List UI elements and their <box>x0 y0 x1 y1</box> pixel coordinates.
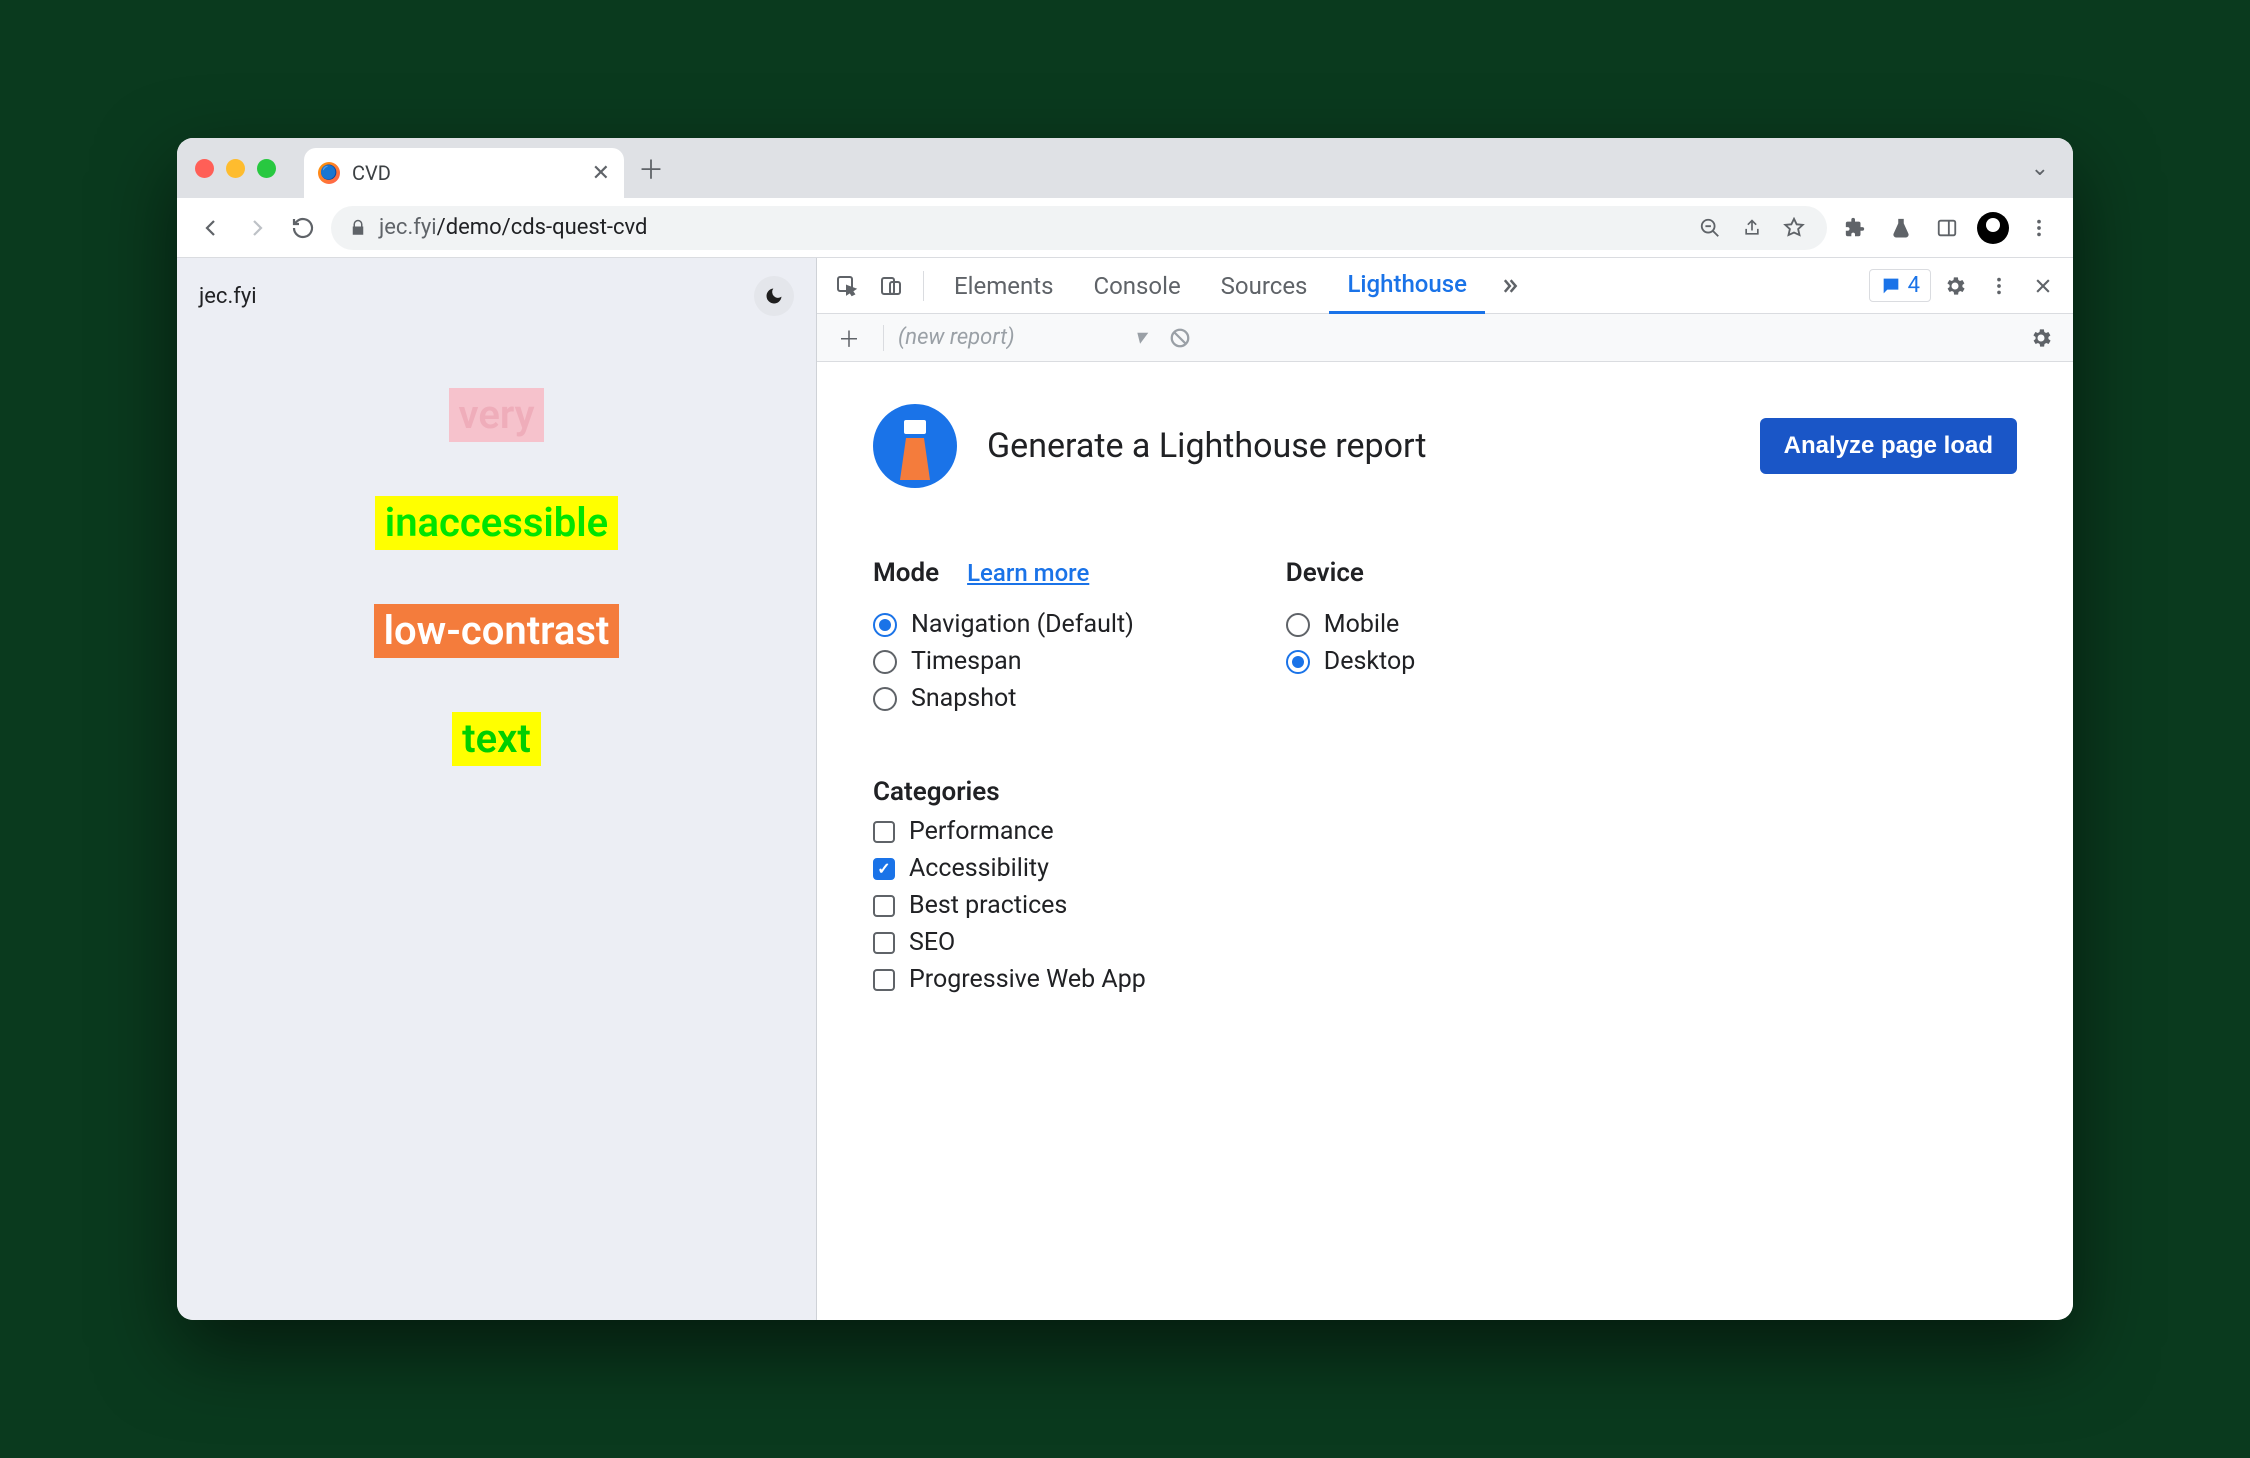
maximize-window-button[interactable] <box>257 159 276 178</box>
category-option[interactable]: Progressive Web App <box>873 961 1146 998</box>
issues-badge[interactable]: 4 <box>1869 269 1931 302</box>
more-tabs-icon[interactable] <box>1489 266 1529 306</box>
page-preview: jec.fyi very inaccessible low-contrast t… <box>177 258 817 1320</box>
close-window-button[interactable] <box>195 159 214 178</box>
category-option[interactable]: Best practices <box>873 887 1146 924</box>
checkbox-icon <box>873 969 895 991</box>
issues-count: 4 <box>1908 273 1920 298</box>
browser-menu-icon[interactable] <box>2021 210 2057 246</box>
analyze-page-load-button[interactable]: Analyze page load <box>1760 418 2017 474</box>
device-heading: Device <box>1286 558 1364 588</box>
new-tab-button[interactable]: ＋ <box>634 151 668 185</box>
dropdown-caret-icon: ▾ <box>1135 325 1146 350</box>
zoom-icon[interactable] <box>1695 213 1725 243</box>
profile-avatar[interactable] <box>1975 210 2011 246</box>
checkbox-icon <box>873 895 895 917</box>
issues-icon <box>1880 275 1902 297</box>
forward-button[interactable] <box>239 210 275 246</box>
browser-toolbar: jec.fyi/demo/cds-quest-cvd <box>177 198 2073 258</box>
radio-icon <box>873 613 897 637</box>
devtools-close-icon[interactable] <box>2023 266 2063 306</box>
radio-icon <box>873 687 897 711</box>
device-option[interactable]: Desktop <box>1286 643 1415 680</box>
device-toolbar-icon[interactable] <box>871 266 911 306</box>
tab-console[interactable]: Console <box>1075 258 1198 314</box>
demo-word-1: very <box>449 388 545 442</box>
tab-list-button[interactable]: ⌄ <box>2025 150 2055 187</box>
category-option[interactable]: Performance <box>873 813 1146 850</box>
devtools-tabbar: Elements Console Sources Lighthouse 4 <box>817 258 2073 314</box>
demo-word-4: text <box>452 712 541 766</box>
new-report-plus-icon[interactable]: ＋ <box>829 318 869 358</box>
category-label: Best practices <box>909 891 1067 920</box>
tab-elements[interactable]: Elements <box>936 258 1071 314</box>
tab-lighthouse[interactable]: Lighthouse <box>1329 258 1485 314</box>
category-label: Accessibility <box>909 854 1049 883</box>
side-panel-icon[interactable] <box>1929 210 1965 246</box>
bookmark-star-icon[interactable] <box>1779 213 1809 243</box>
tab-sources[interactable]: Sources <box>1203 258 1326 314</box>
clear-icon[interactable] <box>1160 318 1200 358</box>
devtools-settings-icon[interactable] <box>1935 266 1975 306</box>
category-option[interactable]: SEO <box>873 924 1146 961</box>
address-bar[interactable]: jec.fyi/demo/cds-quest-cvd <box>331 206 1827 250</box>
browser-tab[interactable]: 🔵 CVD ✕ <box>304 148 624 198</box>
category-label: Performance <box>909 817 1054 846</box>
lighthouse-logo-icon <box>873 404 957 488</box>
mode-option[interactable]: Timespan <box>873 643 1146 680</box>
browser-window: 🔵 CVD ✕ ＋ ⌄ jec.fyi/demo/cds-quest-cvd <box>177 138 2073 1320</box>
mode-label: Navigation (Default) <box>911 610 1134 639</box>
checkbox-icon <box>873 932 895 954</box>
device-column: Device Mobile Desktop <box>1286 558 1415 998</box>
mode-heading: Mode <box>873 558 939 588</box>
moon-icon <box>764 286 784 306</box>
mode-label: Snapshot <box>911 684 1016 713</box>
demo-text-column: very inaccessible low-contrast text <box>177 334 816 1320</box>
lighthouse-header: Generate a Lighthouse report Analyze pag… <box>873 404 2017 488</box>
content-area: jec.fyi very inaccessible low-contrast t… <box>177 258 2073 1320</box>
lighthouse-subbar: ＋ (new report) ▾ <box>817 314 2073 362</box>
radio-icon <box>1286 613 1310 637</box>
tab-favicon: 🔵 <box>318 162 340 184</box>
tab-strip: 🔵 CVD ✕ ＋ ⌄ <box>177 138 2073 198</box>
device-option[interactable]: Mobile <box>1286 606 1415 643</box>
mode-option[interactable]: Snapshot <box>873 680 1146 717</box>
demo-word-3: low-contrast <box>374 604 620 658</box>
extensions-icon[interactable] <box>1837 210 1873 246</box>
site-label: jec.fyi <box>199 284 257 309</box>
inspect-element-icon[interactable] <box>827 266 867 306</box>
checkbox-icon <box>873 858 895 880</box>
labs-icon[interactable] <box>1883 210 1919 246</box>
lock-icon <box>349 219 367 237</box>
learn-more-link[interactable]: Learn more <box>967 559 1089 587</box>
url-text: jec.fyi/demo/cds-quest-cvd <box>379 215 1683 240</box>
devtools-panel: Elements Console Sources Lighthouse 4 ＋ … <box>817 258 2073 1320</box>
devtools-menu-icon[interactable] <box>1979 266 2019 306</box>
window-controls <box>195 159 276 178</box>
share-icon[interactable] <box>1737 213 1767 243</box>
demo-word-2: inaccessible <box>375 496 618 550</box>
category-option[interactable]: Accessibility <box>873 850 1146 887</box>
tab-title: CVD <box>352 161 391 185</box>
lighthouse-panel: Generate a Lighthouse report Analyze pag… <box>817 362 2073 998</box>
close-tab-button[interactable]: ✕ <box>592 161 610 186</box>
radio-icon <box>873 650 897 674</box>
minimize-window-button[interactable] <box>226 159 245 178</box>
mode-option[interactable]: Navigation (Default) <box>873 606 1146 643</box>
mode-column: Mode Learn more Navigation (Default) Time… <box>873 558 1146 998</box>
report-dropdown[interactable]: (new report) ▾ <box>898 325 1146 350</box>
lighthouse-settings-icon[interactable] <box>2021 318 2061 358</box>
radio-icon <box>1286 650 1310 674</box>
category-label: SEO <box>909 928 955 957</box>
mode-label: Timespan <box>911 647 1022 676</box>
checkbox-icon <box>873 821 895 843</box>
theme-toggle-button[interactable] <box>754 276 794 316</box>
categories-heading: Categories <box>873 777 1000 807</box>
category-label: Progressive Web App <box>909 965 1146 994</box>
device-label: Mobile <box>1324 610 1400 639</box>
device-label: Desktop <box>1324 647 1415 676</box>
lighthouse-title: Generate a Lighthouse report <box>987 426 1426 466</box>
reload-button[interactable] <box>285 210 321 246</box>
back-button[interactable] <box>193 210 229 246</box>
